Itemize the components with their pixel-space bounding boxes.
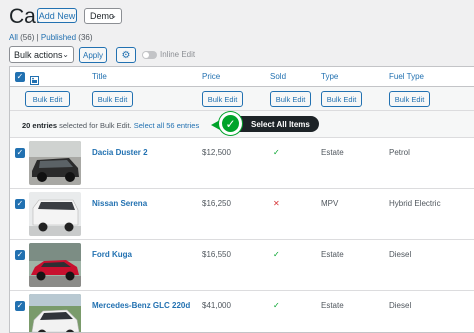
chevron-down-icon: ⌄: [110, 11, 117, 20]
bulk-actions-value: Bulk actions: [14, 49, 63, 60]
selection-text: selected for Bulk Edit.: [57, 121, 132, 130]
table-row[interactable]: ✓ Dacia Duster 2 $12,500 ✓ Estate Petrol: [10, 138, 474, 189]
page-header: Cars Add New Demo ⌄ All (56) | Published…: [0, 0, 474, 70]
table-header: ✓ Title Price Sold Type Fuel Type: [10, 67, 474, 87]
car-thumbnail: [29, 192, 81, 236]
gear-icon: ⚙: [121, 49, 131, 61]
row-checkbox[interactable]: ✓: [15, 250, 25, 260]
row-fuel-type: Petrol: [389, 148, 410, 157]
row-title-link[interactable]: Mercedes-Benz GLC 220d: [92, 301, 190, 310]
bulk-edit-image-button[interactable]: Bulk Edit: [25, 91, 70, 107]
bulk-edit-row: Bulk Edit Bulk Edit Bulk Edit Bulk Edit …: [10, 87, 474, 111]
row-checkbox[interactable]: ✓: [15, 301, 25, 311]
inline-edit-label: Inline Edit: [160, 50, 196, 59]
sold-check-icon: ✓: [273, 250, 280, 259]
filter-all-count: (56): [20, 33, 35, 42]
row-type: Estate: [321, 148, 344, 157]
settings-button[interactable]: ⚙: [116, 47, 136, 63]
chevron-down-icon: ⌄: [62, 50, 69, 59]
row-title-link[interactable]: Ford Kuga: [92, 250, 132, 259]
car-thumbnail: [29, 243, 81, 287]
column-price[interactable]: Price: [202, 72, 220, 81]
row-fuel-type: Diesel: [389, 301, 412, 310]
table-row[interactable]: ✓ Nissan Serena $16,250 ✕ MPV Hybrid Ele…: [10, 189, 474, 240]
filter-all-link[interactable]: All: [9, 33, 18, 42]
filter-published-count: (36): [78, 33, 93, 42]
row-price: $41,000: [202, 301, 231, 310]
select-all-entries-link[interactable]: Select all 56 entries: [134, 121, 199, 130]
bulk-edit-title-button[interactable]: Bulk Edit: [92, 91, 133, 107]
cars-table: ✓ Title Price Sold Type Fuel Type Bulk E…: [9, 66, 474, 333]
table-row[interactable]: ✓ Ford Kuga $16,550 ✓ Estate Diesel: [10, 240, 474, 291]
view-select[interactable]: Demo ⌄: [84, 8, 122, 24]
car-thumbnail: [29, 141, 81, 185]
selection-notice: 20 entries selected for Bulk Edit. Selec…: [22, 121, 199, 130]
column-sold[interactable]: Sold: [270, 72, 286, 81]
image-column-icon: [30, 72, 39, 85]
inline-edit-toggle[interactable]: [142, 51, 157, 59]
row-title-link[interactable]: Nissan Serena: [92, 199, 147, 208]
selection-count: 20 entries: [22, 121, 58, 130]
filter-separator: |: [36, 33, 39, 42]
add-new-button[interactable]: Add New: [37, 8, 77, 23]
table-row[interactable]: ✓ Mercedes-Benz GLC 220d $41,000 ✓ Estat…: [10, 291, 474, 332]
bulk-edit-fuel-button[interactable]: Bulk Edit: [389, 91, 430, 107]
column-title[interactable]: Title: [92, 72, 107, 81]
row-checkbox[interactable]: ✓: [15, 199, 25, 209]
row-price: $16,250: [202, 199, 231, 208]
row-price: $12,500: [202, 148, 231, 157]
row-checkbox[interactable]: ✓: [15, 148, 25, 158]
select-all-callout: Select All Items ✓: [211, 112, 319, 135]
row-fuel-type: Hybrid Electric: [389, 199, 441, 208]
row-type: Estate: [321, 301, 344, 310]
row-price: $16,550: [202, 250, 231, 259]
sold-check-icon: ✓: [273, 148, 280, 157]
bulk-edit-price-button[interactable]: Bulk Edit: [202, 91, 243, 107]
selection-notice-row: 20 entries selected for Bulk Edit. Selec…: [10, 111, 474, 138]
row-type: MPV: [321, 199, 339, 208]
bulk-edit-sold-button[interactable]: Bulk Edit: [270, 91, 311, 107]
car-thumbnail: [29, 294, 81, 332]
bulk-actions-select[interactable]: Bulk actions ⌄: [9, 46, 74, 63]
column-type[interactable]: Type: [321, 72, 338, 81]
view-filters: All (56) | Published (36): [9, 33, 93, 42]
apply-button[interactable]: Apply: [79, 47, 107, 63]
row-title-link[interactable]: Dacia Duster 2: [92, 148, 148, 157]
row-type: Estate: [321, 250, 344, 259]
select-all-checkbox[interactable]: ✓: [15, 72, 25, 82]
filter-published-link[interactable]: Published: [41, 33, 76, 42]
sold-check-icon: ✓: [273, 301, 280, 310]
check-circle-icon: ✓: [219, 112, 242, 135]
bulk-edit-type-button[interactable]: Bulk Edit: [321, 91, 362, 107]
column-fuel-type[interactable]: Fuel Type: [389, 72, 424, 81]
not-sold-x-icon: ✕: [273, 199, 280, 208]
row-fuel-type: Diesel: [389, 250, 412, 259]
